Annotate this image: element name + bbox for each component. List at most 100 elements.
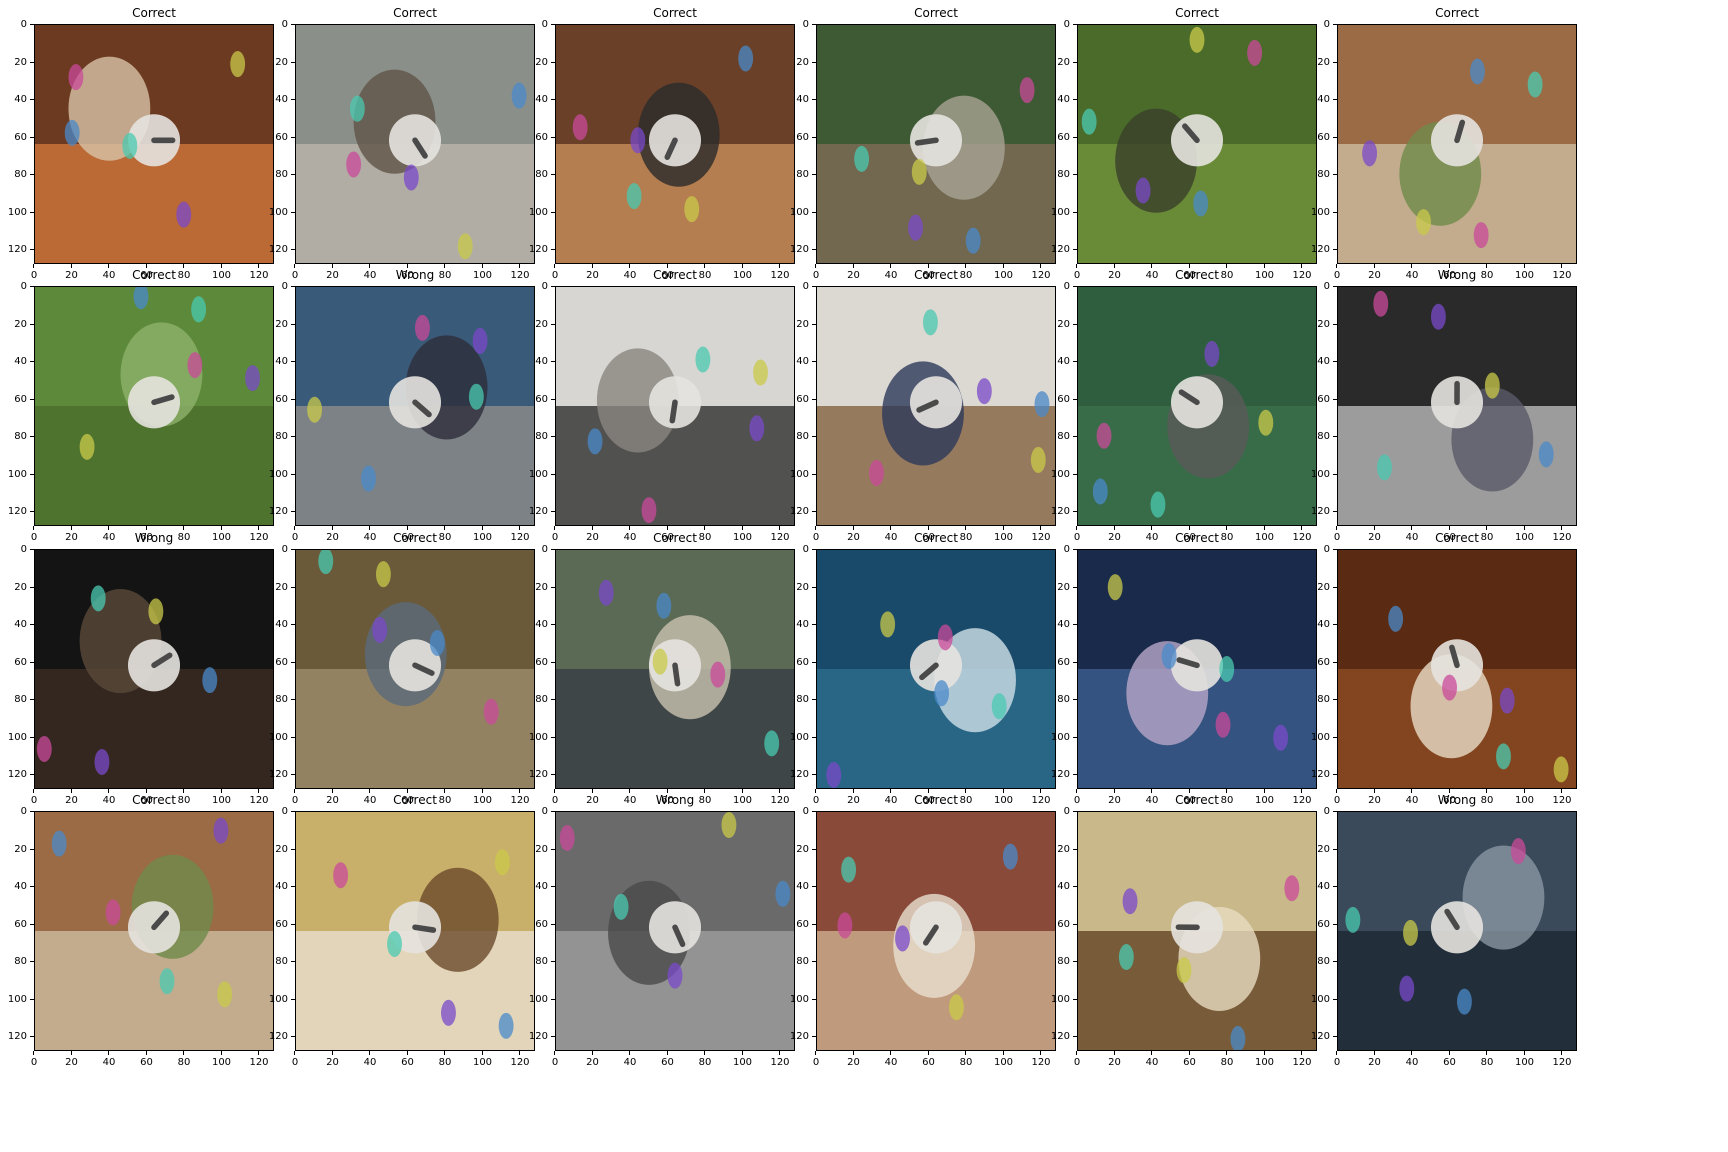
overlay-shape	[1496, 743, 1511, 770]
y-tick-label: 120	[1, 1031, 34, 1042]
x-tick-label: 0	[1062, 1051, 1092, 1068]
y-tick-label: 80	[262, 431, 295, 442]
y-tick-label: 120	[1044, 769, 1077, 780]
y-tick-label: 0	[262, 544, 295, 555]
overlay-shape	[429, 629, 445, 656]
overlay-shape	[934, 680, 950, 707]
overlay-shape	[572, 114, 588, 141]
y-tick-label: 0	[1304, 281, 1337, 292]
y-tick-label: 80	[1, 956, 34, 967]
y-tick-label: 60	[1, 132, 34, 143]
overlay-shape	[991, 693, 1007, 720]
panel-image	[555, 286, 795, 526]
y-tick-label: 80	[1304, 431, 1337, 442]
panel-title: Correct	[1175, 793, 1219, 807]
y-tick-label: 0	[783, 281, 816, 292]
panel-image	[555, 811, 795, 1051]
y-tick-label: 40	[1, 619, 34, 630]
image-panel: Correct 0 0 20 20 40 40 60 60 80 80 100 100 120 120	[1043, 268, 1317, 561]
y-tick-label: 20	[783, 319, 816, 330]
overlay-shape	[333, 862, 349, 889]
y-tick-label: 40	[522, 356, 555, 367]
panel-image	[816, 811, 1056, 1051]
overlay-shape	[468, 383, 484, 410]
overlay-shape	[217, 981, 233, 1008]
x-tick-label: 40	[355, 1051, 385, 1068]
y-tick-label: 100	[522, 207, 555, 218]
x-tick-label: 0	[1322, 1051, 1352, 1068]
panel-image	[34, 811, 274, 1051]
overlay-shape	[559, 825, 575, 852]
y-tick-label: 60	[1044, 919, 1077, 930]
panel-title: Correct	[653, 268, 697, 282]
y-tick-label: 20	[262, 57, 295, 68]
overlay-shape	[749, 415, 765, 442]
panel-title: Correct	[1435, 531, 1479, 545]
panel-title: Correct	[914, 531, 958, 545]
y-tick-label: 60	[1044, 132, 1077, 143]
overlay-shape	[641, 497, 657, 524]
x-tick-label: 20	[57, 1051, 87, 1068]
panel-title: Correct	[132, 6, 176, 20]
y-tick-label: 20	[1044, 582, 1077, 593]
overlay-shape	[764, 730, 780, 757]
overlay-shape	[1399, 975, 1415, 1002]
y-tick-label: 80	[522, 431, 555, 442]
y-tick-label: 100	[1304, 469, 1337, 480]
y-tick-label: 20	[1, 844, 34, 855]
overlay-shape	[1527, 71, 1543, 98]
overlay-shape	[1473, 222, 1489, 249]
image-grid-figure: Correct 0 0 20 20 40 40 60 60 80 80 100 100 120 120 Cor…	[0, 0, 1728, 1152]
panel-image	[555, 549, 795, 789]
overlay-shape	[1215, 711, 1231, 738]
y-tick-label: 80	[1304, 169, 1337, 180]
x-tick-label: 120	[1547, 1051, 1577, 1068]
x-tick-label: 100	[468, 1051, 498, 1068]
overlay-shape	[1092, 478, 1108, 505]
image-panel: Correct 0 0 20 20 40 40 60 60 80 80 100 100 120 120	[0, 6, 274, 299]
y-tick-label: 0	[783, 544, 816, 555]
y-tick-label: 60	[522, 132, 555, 143]
panel-image	[816, 549, 1056, 789]
image-panel: Wrong 0 0 20 20 40 40 60 60 80 80 100 100 120 120	[261, 268, 535, 561]
overlay-shape	[937, 624, 953, 651]
overlay-shape	[1247, 39, 1263, 66]
overlay-shape	[1538, 441, 1554, 468]
y-tick-label: 40	[1304, 619, 1337, 630]
y-tick-label: 60	[262, 394, 295, 405]
y-tick-label: 20	[1304, 319, 1337, 330]
overlay-shape	[213, 817, 229, 844]
y-tick-label: 0	[262, 281, 295, 292]
panel-title: Correct	[914, 6, 958, 20]
overlay-shape	[630, 127, 646, 154]
image-panel: Wrong 0 0 20 20 40 40 60 60 80 80 100 100 120 120	[521, 793, 795, 1086]
y-tick-label: 40	[1044, 619, 1077, 630]
overlay-shape	[869, 459, 884, 486]
overlay-shape	[695, 346, 711, 373]
overlay-shape	[710, 661, 726, 688]
y-tick-label: 20	[1044, 844, 1077, 855]
image-panel: Correct 0 0 20 20 40 40 60 60 80 80 100 100 120 120	[1303, 6, 1577, 299]
y-tick-label: 40	[783, 94, 816, 105]
overlay-shape	[36, 735, 52, 762]
overlay-shape	[626, 183, 642, 210]
y-tick-label: 60	[1, 394, 34, 405]
y-tick-label: 120	[522, 244, 555, 255]
x-tick-label: 20	[1360, 1051, 1390, 1068]
y-tick-label: 0	[1044, 19, 1077, 30]
overlay-shape	[1362, 140, 1378, 167]
y-tick-label: 40	[1, 94, 34, 105]
overlay-shape	[895, 925, 910, 952]
image-panel: Correct 0 0 20 20 40 40 60 60 80 80 100 100 120 120	[261, 6, 535, 299]
overlay-shape	[494, 849, 510, 876]
x-tick-label: 80	[169, 1051, 199, 1068]
overlay-shape	[1118, 944, 1134, 971]
x-tick-label: 0	[19, 1051, 49, 1068]
y-tick-label: 80	[1304, 694, 1337, 705]
overlay-shape	[441, 999, 456, 1026]
overlay-shape	[1176, 957, 1192, 984]
panel-title: Correct	[393, 793, 437, 807]
overlay-shape	[841, 856, 857, 883]
overlay-shape	[1284, 875, 1300, 902]
y-tick-label: 60	[522, 394, 555, 405]
